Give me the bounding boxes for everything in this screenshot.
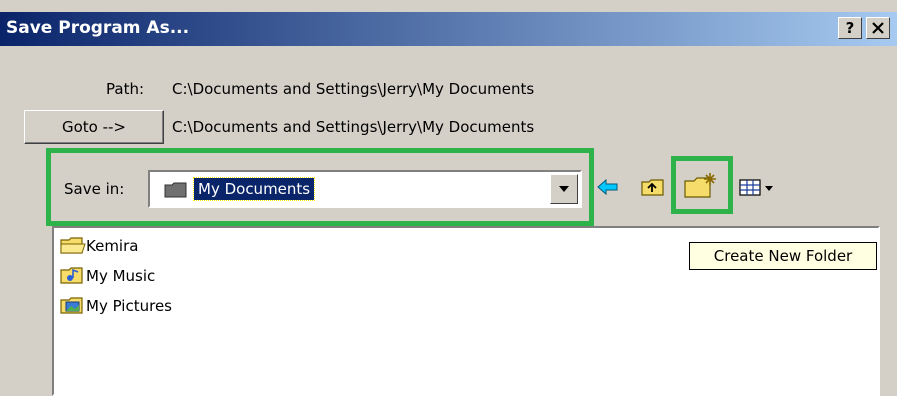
close-icon xyxy=(872,22,884,34)
new-folder-icon xyxy=(684,173,716,198)
up-folder-button[interactable] xyxy=(640,176,668,200)
chevron-down-icon xyxy=(559,186,569,192)
view-menu-icon xyxy=(739,179,773,196)
up-folder-icon xyxy=(641,179,664,196)
save-in-dropdown-button[interactable] xyxy=(550,174,578,204)
list-item-label: My Music xyxy=(86,267,156,285)
back-button[interactable] xyxy=(596,176,624,200)
title-bar[interactable]: Save Program As... ? xyxy=(0,12,897,46)
view-menu-button[interactable] xyxy=(738,176,780,200)
pictures-folder-icon xyxy=(60,297,83,314)
tooltip: Create New Folder xyxy=(689,242,877,270)
save-in-selected: My Documents xyxy=(192,177,316,201)
folder-icon xyxy=(60,237,86,254)
music-folder-icon xyxy=(60,267,83,284)
path-value: C:\Documents and Settings\Jerry\My Docum… xyxy=(172,80,535,98)
list-item-label: My Pictures xyxy=(86,297,172,315)
list-item[interactable]: My Music xyxy=(60,265,155,287)
create-new-folder-button[interactable] xyxy=(682,170,722,202)
goto-path-value: C:\Documents and Settings\Jerry\My Docum… xyxy=(172,118,535,136)
path-label: Path: xyxy=(106,80,145,98)
save-in-label: Save in: xyxy=(64,180,125,198)
goto-button[interactable]: Goto --> xyxy=(24,110,164,144)
close-button[interactable] xyxy=(866,17,890,39)
window-title: Save Program As... xyxy=(6,18,190,38)
save-in-combo[interactable]: My Documents xyxy=(148,170,582,208)
list-item-label: Kemira xyxy=(86,237,139,255)
help-button[interactable]: ? xyxy=(838,17,862,39)
back-arrow-icon xyxy=(597,178,618,196)
list-item[interactable]: Kemira xyxy=(60,235,138,257)
list-item[interactable]: My Pictures xyxy=(60,295,172,317)
folder-icon xyxy=(164,182,187,198)
